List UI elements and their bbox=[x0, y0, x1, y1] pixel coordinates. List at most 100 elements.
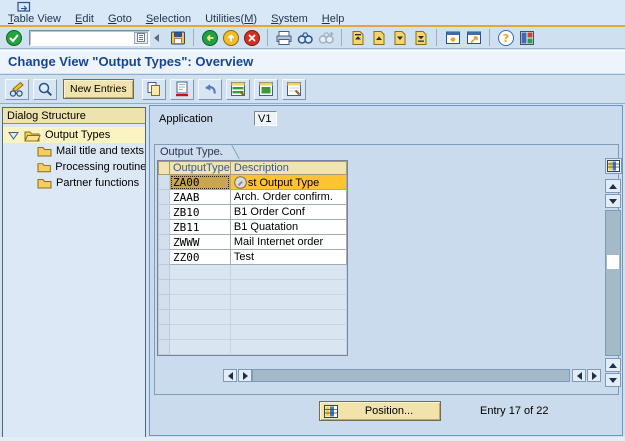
last-page-button[interactable] bbox=[410, 28, 431, 48]
description-cell[interactable]: B1 Order Conf bbox=[229, 204, 347, 220]
description-cell[interactable]: Mail Internet order bbox=[229, 234, 347, 250]
new-session-icon bbox=[445, 31, 460, 44]
scroll-up-button[interactable] bbox=[605, 179, 621, 193]
row-selector[interactable] bbox=[158, 249, 170, 265]
new-entries-button[interactable]: New Entries bbox=[63, 79, 134, 99]
application-field[interactable]: V1 bbox=[254, 111, 277, 126]
customize-layout-button[interactable] bbox=[516, 28, 537, 48]
undo-button[interactable] bbox=[197, 78, 222, 100]
copy-as-button[interactable] bbox=[141, 78, 166, 100]
position-button[interactable]: Position... bbox=[319, 401, 441, 421]
command-history-button[interactable] bbox=[134, 31, 148, 44]
command-field-wrap bbox=[29, 29, 150, 46]
create-shortcut-button[interactable] bbox=[463, 28, 484, 48]
first-page-button[interactable] bbox=[347, 28, 368, 48]
enter-button[interactable] bbox=[3, 28, 24, 48]
select-block-button[interactable] bbox=[253, 78, 278, 100]
page-up-button[interactable] bbox=[368, 28, 389, 48]
column-header-description[interactable]: Description bbox=[229, 161, 347, 175]
change-display-icon bbox=[9, 81, 24, 97]
exit-icon bbox=[222, 29, 239, 46]
menu-bar: Table View Edit Goto Selection Utilities… bbox=[0, 12, 625, 25]
scroll-up-button-bottom[interactable] bbox=[605, 358, 621, 372]
empty-table-row bbox=[158, 339, 347, 355]
entry-status: Entry 17 of 22 bbox=[480, 405, 549, 417]
scroll-left-button-right[interactable] bbox=[572, 369, 586, 382]
scroll-left-button[interactable] bbox=[223, 369, 237, 382]
collapse-command-button[interactable] bbox=[154, 33, 159, 42]
tree-item-mail-title[interactable]: Mail title and texts bbox=[3, 143, 145, 159]
outputtype-cell[interactable]: ZB11 bbox=[169, 219, 231, 235]
down-arrow-icon bbox=[609, 377, 617, 383]
row-selector[interactable] bbox=[158, 174, 170, 190]
back-button[interactable] bbox=[199, 28, 220, 48]
display-view-icon bbox=[38, 82, 53, 97]
row-selector[interactable] bbox=[158, 189, 170, 205]
tree-item-processing-routine[interactable]: Processing routine: bbox=[3, 159, 145, 175]
menu-help[interactable]: Help bbox=[322, 13, 345, 25]
deselect-all-icon bbox=[286, 82, 301, 96]
help-button[interactable]: ? bbox=[495, 28, 516, 48]
menu-selection[interactable]: Selection bbox=[146, 13, 191, 25]
table-settings-button[interactable] bbox=[605, 158, 622, 174]
tree-item-label: Partner functions bbox=[56, 177, 140, 189]
description-cell[interactable]: st Output Type bbox=[229, 174, 347, 190]
cell-display-icon[interactable] bbox=[234, 175, 247, 189]
scroll-down-button[interactable] bbox=[605, 194, 621, 208]
print-button[interactable] bbox=[273, 28, 294, 48]
cancel-button[interactable] bbox=[241, 28, 262, 48]
find-button[interactable] bbox=[294, 28, 315, 48]
new-session-button[interactable] bbox=[442, 28, 463, 48]
display-view-button[interactable] bbox=[33, 78, 57, 100]
scroll-right-button[interactable] bbox=[238, 369, 252, 382]
vertical-scrollbar-track[interactable] bbox=[605, 210, 621, 356]
vertical-scrollbar-thumb[interactable] bbox=[607, 255, 619, 269]
table-row: ZB11 B1 Quatation bbox=[158, 219, 347, 235]
row-selector[interactable] bbox=[158, 234, 170, 250]
select-all-button[interactable] bbox=[225, 78, 250, 100]
find-next-button[interactable] bbox=[315, 28, 336, 48]
sap-screen-icon[interactable] bbox=[17, 1, 31, 12]
exit-button[interactable] bbox=[220, 28, 241, 48]
scroll-down-button-bottom[interactable] bbox=[605, 373, 621, 387]
select-column-header[interactable] bbox=[158, 161, 170, 175]
tree-item-output-types[interactable]: Output Types bbox=[3, 127, 145, 143]
help-icon: ? bbox=[497, 29, 514, 46]
outputtype-cell[interactable]: ZB10 bbox=[169, 204, 231, 220]
command-field[interactable] bbox=[30, 31, 133, 44]
deselect-all-button[interactable] bbox=[281, 78, 306, 100]
description-cell[interactable]: B1 Quatation bbox=[229, 219, 347, 235]
save-button[interactable] bbox=[167, 28, 188, 48]
description-cell[interactable]: Test bbox=[229, 249, 347, 265]
description-cell[interactable]: Arch. Order confirm. bbox=[229, 189, 347, 205]
page-down-button[interactable] bbox=[389, 28, 410, 48]
collapse-triangle-icon[interactable] bbox=[8, 131, 19, 140]
scroll-right-button-right[interactable] bbox=[587, 369, 601, 382]
menu-edit[interactable]: Edit bbox=[75, 13, 94, 25]
outputtype-cell[interactable]: ZA00 bbox=[169, 174, 231, 190]
output-types-table: OutputType Description ZA00 st Output Ty… bbox=[157, 160, 348, 356]
delete-button[interactable] bbox=[169, 78, 194, 100]
toolbar-separator bbox=[267, 29, 268, 46]
outputtype-cell[interactable]: ZAAB bbox=[169, 189, 231, 205]
find-icon bbox=[297, 32, 313, 44]
menu-table-view[interactable]: Table View bbox=[8, 13, 61, 25]
output-types-tab[interactable]: Output Types bbox=[155, 145, 227, 159]
outputtype-cell[interactable]: ZWWW bbox=[169, 234, 231, 250]
left-arrow-icon bbox=[227, 371, 233, 380]
content-panel: Application V1 Output Types OutputType D… bbox=[149, 105, 623, 436]
outputtype-cell[interactable]: ZZ00 bbox=[169, 249, 231, 265]
menu-utilities[interactable]: Utilities(M) bbox=[205, 13, 257, 25]
row-selector[interactable] bbox=[158, 219, 170, 235]
menu-goto[interactable]: Goto bbox=[108, 13, 132, 25]
enter-icon bbox=[5, 29, 22, 46]
folder-icon bbox=[37, 179, 52, 189]
up-arrow-icon bbox=[609, 362, 617, 368]
row-selector[interactable] bbox=[158, 204, 170, 220]
right-arrow-icon bbox=[591, 371, 597, 380]
tree-item-partner-functions[interactable]: Partner functions bbox=[3, 175, 145, 191]
menu-system[interactable]: System bbox=[271, 13, 308, 25]
column-header-outputtype[interactable]: OutputType bbox=[169, 161, 231, 175]
horizontal-scrollbar-track[interactable] bbox=[252, 369, 570, 382]
change-display-button[interactable] bbox=[5, 78, 29, 100]
